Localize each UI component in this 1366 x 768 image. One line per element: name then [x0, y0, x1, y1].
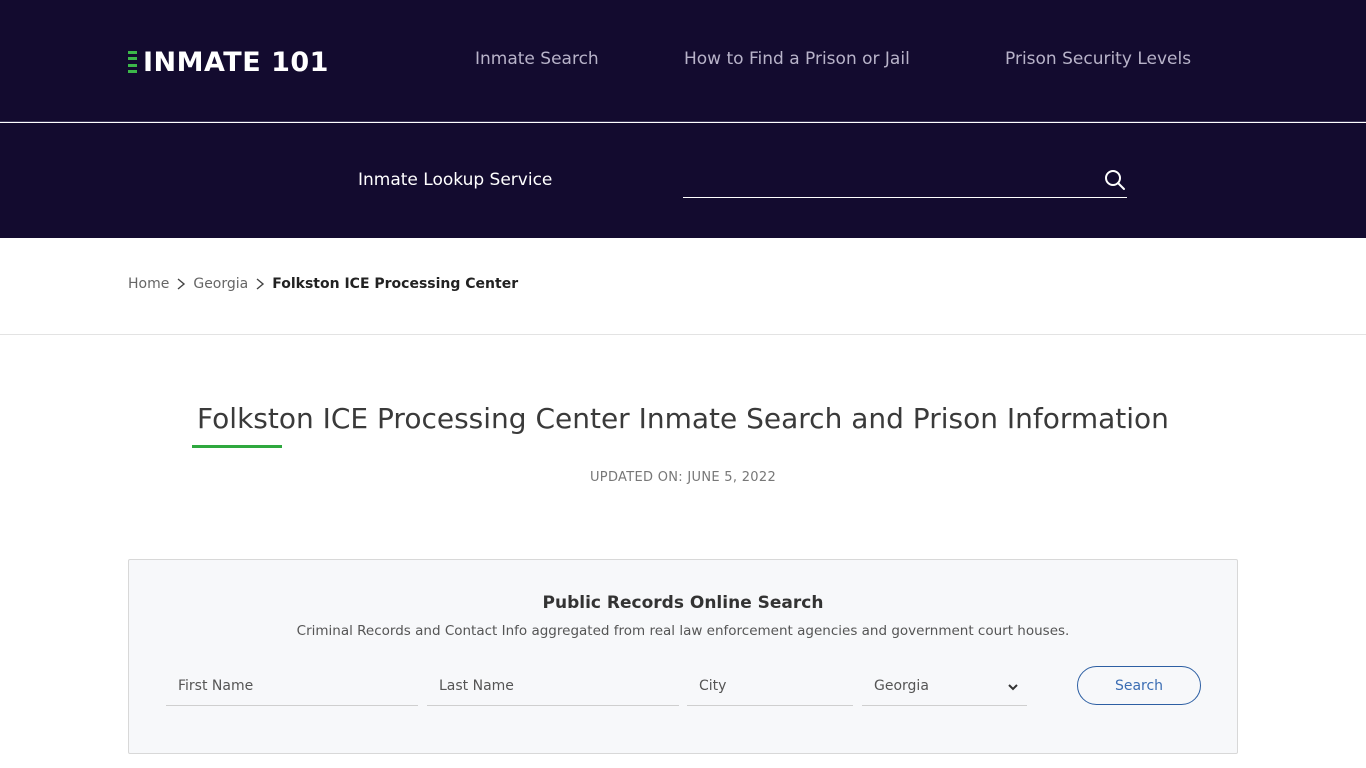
first-name-field-wrapper	[166, 668, 418, 706]
city-field-wrapper	[687, 668, 853, 706]
breadcrumb-home[interactable]: Home	[128, 276, 169, 292]
nav-how-to-find-prison[interactable]: How to Find a Prison or Jail	[684, 49, 910, 69]
site-logo[interactable]: INMATE 101	[128, 46, 329, 78]
breadcrumb-current: Folkston ICE Processing Center	[272, 276, 519, 292]
city-input[interactable]	[687, 668, 853, 704]
chevron-right-icon	[177, 278, 186, 290]
page-title: Folkston ICE Processing Center Inmate Se…	[197, 402, 1169, 435]
last-name-input[interactable]	[427, 668, 679, 704]
section-divider	[0, 334, 1366, 335]
top-navigation-bar: INMATE 101 Inmate Search How to Find a P…	[0, 0, 1366, 122]
lookup-bar: Inmate Lookup Service	[0, 123, 1366, 238]
state-select[interactable]: Georgia	[862, 668, 1027, 704]
chevron-right-icon	[256, 278, 265, 290]
records-search-button[interactable]: Search	[1077, 666, 1201, 705]
title-underline	[192, 445, 282, 448]
records-subtitle: Criminal Records and Contact Info aggreg…	[296, 623, 1070, 639]
last-name-field-wrapper	[427, 668, 679, 706]
logo-bars-icon	[128, 51, 137, 73]
state-field-wrapper: Georgia	[862, 668, 1027, 706]
updated-date: UPDATED ON: JUNE 5, 2022	[589, 470, 777, 485]
breadcrumb-georgia[interactable]: Georgia	[193, 276, 248, 292]
lookup-field	[683, 163, 1127, 198]
logo-text: INMATE 101	[143, 46, 329, 78]
breadcrumb: Home Georgia Folkston ICE Processing Cen…	[128, 276, 518, 292]
search-icon[interactable]	[1103, 168, 1127, 192]
lookup-label: Inmate Lookup Service	[358, 170, 553, 190]
records-title: Public Records Online Search	[542, 593, 824, 613]
nav-inmate-search[interactable]: Inmate Search	[475, 49, 599, 69]
first-name-input[interactable]	[166, 668, 418, 704]
nav-prison-security-levels[interactable]: Prison Security Levels	[1005, 49, 1191, 69]
public-records-search-panel: Public Records Online Search Criminal Re…	[128, 559, 1238, 754]
lookup-search-input[interactable]	[683, 163, 1083, 197]
